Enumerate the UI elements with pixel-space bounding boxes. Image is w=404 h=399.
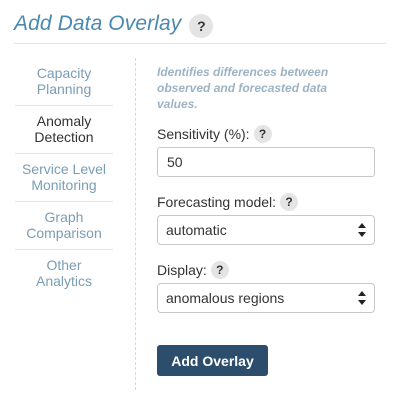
add-data-overlay-panel: Add Data Overlay ? Capacity Planning Ano…: [0, 0, 404, 399]
overlay-type-sidebar: Capacity Planning Anomaly Detection Serv…: [15, 58, 113, 298]
forecasting-model-label: Forecasting model:: [157, 194, 277, 210]
sidebar-item-label: Comparison: [26, 225, 102, 241]
sensitivity-label: Sensitivity (%):: [157, 126, 250, 142]
display-value: anomalous regions: [166, 290, 285, 306]
sidebar-item-label: Detection: [34, 129, 94, 145]
sidebar-item-service-level-monitoring[interactable]: Service Level Monitoring: [15, 154, 113, 202]
sensitivity-label-row: Sensitivity (%): ?: [157, 125, 272, 143]
sidebar-item-label: Graph: [44, 209, 84, 225]
select-arrows-icon: [358, 291, 366, 305]
display-label-row: Display: ?: [157, 261, 229, 279]
forecasting-model-value: automatic: [166, 222, 227, 238]
overlay-description-area: Identifies differences between observed …: [157, 64, 377, 112]
panel-title: Add Data Overlay: [14, 12, 182, 35]
vertical-divider: [135, 58, 136, 390]
forecasting-model-label-row: Forecasting model: ?: [157, 193, 299, 211]
sidebar-item-label: Service Level: [21, 161, 107, 177]
sensitivity-help-icon[interactable]: ?: [253, 125, 272, 143]
display-select[interactable]: anomalous regions: [157, 283, 375, 313]
forecasting-model-help-icon[interactable]: ?: [280, 193, 299, 211]
sidebar-item-capacity-planning[interactable]: Capacity Planning: [15, 58, 113, 106]
select-arrows-icon: [358, 223, 366, 237]
sidebar-item-label: Capacity: [36, 65, 92, 81]
sidebar-item-other-analytics[interactable]: Other Analytics: [15, 250, 113, 298]
display-help-icon[interactable]: ?: [210, 261, 229, 279]
overlay-description: Identifies differences between observed …: [157, 65, 329, 111]
forecasting-model-select[interactable]: automatic: [157, 215, 375, 245]
sidebar-item-label: Monitoring: [31, 177, 97, 193]
sidebar-item-label: Analytics: [35, 273, 93, 289]
display-label: Display:: [157, 262, 207, 278]
sidebar-item-anomaly-detection[interactable]: Anomaly Detection: [15, 106, 113, 154]
sidebar-item-label: Other: [46, 257, 82, 273]
sidebar-item-label: Planning: [36, 81, 92, 97]
sensitivity-input[interactable]: [157, 147, 375, 177]
panel-header: Add Data Overlay ?: [14, 10, 386, 44]
title-help-icon[interactable]: ?: [189, 14, 214, 38]
add-overlay-button[interactable]: Add Overlay: [157, 345, 268, 376]
sidebar-item-label: Anomaly: [36, 113, 92, 129]
sidebar-item-graph-comparison[interactable]: Graph Comparison: [15, 202, 113, 250]
